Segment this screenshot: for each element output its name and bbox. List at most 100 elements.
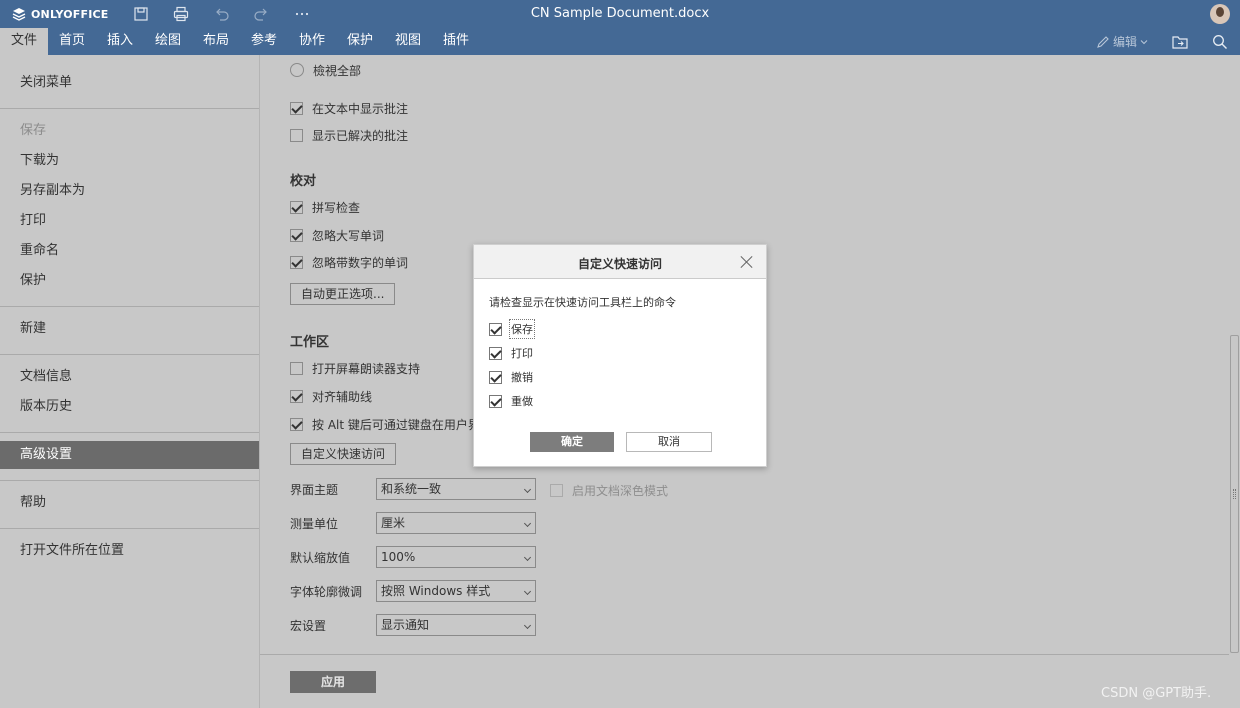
theme-label: 界面主题 xyxy=(290,483,339,497)
open-file-location-item[interactable]: 打开文件所在位置 xyxy=(0,537,259,565)
divider xyxy=(0,528,259,529)
show-resolved-option[interactable]: 显示已解决的批注 xyxy=(290,127,408,143)
save-item[interactable]: 保存 xyxy=(0,117,259,145)
tab-draw[interactable]: 绘图 xyxy=(144,28,192,55)
quick-access-print-option[interactable]: 打印 xyxy=(489,345,533,361)
ignore-uppercase-checkbox[interactable] xyxy=(290,228,303,242)
protect-item[interactable]: 保护 xyxy=(0,267,259,295)
dialog-title: 自定义快速访问 xyxy=(577,257,662,271)
open-location-icon[interactable] xyxy=(1171,33,1189,51)
version-history-item[interactable]: 版本历史 xyxy=(0,393,259,421)
ok-button[interactable]: 确定 xyxy=(530,432,614,452)
quick-access-undo-option[interactable]: 撤销 xyxy=(489,369,533,385)
quick-access-undo-checkbox[interactable] xyxy=(489,370,502,384)
divider xyxy=(0,306,259,307)
zoom-select-value: 100% xyxy=(381,550,416,564)
rename-item[interactable]: 重命名 xyxy=(0,237,259,265)
show-comments-label: 在文本中显示批注 xyxy=(312,101,409,116)
dark-mode-option[interactable]: 启用文档深色模式 xyxy=(550,482,668,499)
search-icon[interactable] xyxy=(1211,33,1229,51)
tab-layout[interactable]: 布局 xyxy=(192,28,240,55)
print-icon[interactable] xyxy=(172,5,190,23)
tab-references[interactable]: 参考 xyxy=(240,28,288,55)
download-as-item[interactable]: 下载为 xyxy=(0,147,259,175)
unit-select-value: 厘米 xyxy=(381,516,406,530)
ignore-uppercase-option[interactable]: 忽略大写单词 xyxy=(290,227,384,243)
zoom-select[interactable]: 100% xyxy=(376,546,536,568)
divider xyxy=(260,654,1229,655)
edit-mode-label: 编辑 xyxy=(1112,35,1137,49)
edit-mode-button[interactable]: 编辑 xyxy=(1096,33,1148,50)
save-icon[interactable] xyxy=(132,5,150,23)
alt-key-checkbox[interactable] xyxy=(290,417,303,431)
divider xyxy=(0,108,259,109)
screen-reader-checkbox[interactable] xyxy=(290,361,303,375)
quick-access-save-checkbox[interactable] xyxy=(489,322,502,336)
new-item[interactable]: 新建 xyxy=(0,315,259,343)
quick-access-redo-option[interactable]: 重做 xyxy=(489,393,533,409)
tab-protection[interactable]: 保护 xyxy=(336,28,384,55)
scrollbar-thumb[interactable] xyxy=(1230,335,1239,653)
quick-access-print-checkbox[interactable] xyxy=(489,346,502,360)
proofing-section-title: 校对 xyxy=(290,174,317,189)
unit-select[interactable]: 厘米 xyxy=(376,512,536,534)
save-copy-as-item[interactable]: 另存副本为 xyxy=(0,177,259,205)
spell-check-checkbox[interactable] xyxy=(290,200,303,214)
customize-quick-access-button[interactable]: 自定义快速访问 xyxy=(290,443,397,465)
customize-quick-access-dialog: 自定义快速访问 请检查显示在快速访问工具栏上的命令 保存 打印 撤销 重做 确定… xyxy=(473,244,767,467)
tab-insert[interactable]: 插入 xyxy=(96,28,144,55)
alt-key-option[interactable]: 按 Alt 键后可通过键盘在用户界面 xyxy=(290,416,492,432)
file-menu-panel: 关闭菜单 保存 下载为 另存副本为 打印 重命名 保护 新建 文档信息 版本历史… xyxy=(0,55,260,708)
chevron-down-icon xyxy=(523,553,532,562)
chevron-down-icon xyxy=(523,621,532,630)
font-hinting-select[interactable]: 按照 Windows 样式 xyxy=(376,580,536,602)
document-info-item[interactable]: 文档信息 xyxy=(0,363,259,391)
cancel-button[interactable]: 取消 xyxy=(626,432,712,452)
tab-home[interactable]: 首页 xyxy=(48,28,96,55)
user-avatar[interactable] xyxy=(1210,4,1230,24)
ignore-numbers-option[interactable]: 忽略带数字的单词 xyxy=(290,254,408,270)
quick-access-save-option[interactable]: 保存 xyxy=(489,319,535,339)
unit-label: 测量单位 xyxy=(290,517,339,531)
tab-collaboration[interactable]: 协作 xyxy=(288,28,336,55)
redo-icon[interactable] xyxy=(252,5,270,23)
align-guides-option[interactable]: 对齐辅助线 xyxy=(290,388,372,404)
help-item[interactable]: 帮助 xyxy=(0,489,259,517)
dialog-description: 请检查显示在快速访问工具栏上的命令 xyxy=(489,296,676,309)
dark-mode-checkbox[interactable] xyxy=(550,484,563,497)
quick-access-redo-checkbox[interactable] xyxy=(489,394,502,408)
watermark-text: CSDN @GPT助手. xyxy=(1101,686,1212,701)
tab-view[interactable]: 视图 xyxy=(384,28,432,55)
font-hinting-label: 字体轮廓微调 xyxy=(290,585,363,599)
scrollbar-grip xyxy=(1233,489,1236,499)
macros-select[interactable]: 显示通知 xyxy=(376,614,536,636)
autocorrect-options-button[interactable]: 自动更正选项... xyxy=(290,283,396,305)
show-resolved-checkbox[interactable] xyxy=(290,128,303,142)
tab-file[interactable]: 文件 xyxy=(0,28,48,55)
view-all-radio[interactable] xyxy=(290,63,304,77)
show-comments-option[interactable]: 在文本中显示批注 xyxy=(290,100,408,116)
zoom-label: 默认缩放值 xyxy=(290,551,351,565)
tab-plugins[interactable]: 插件 xyxy=(432,28,480,55)
ignore-numbers-checkbox[interactable] xyxy=(290,255,303,269)
chevron-down-icon xyxy=(523,519,532,528)
macros-label: 宏设置 xyxy=(290,619,327,633)
menu-tab-bar: 文件 首页 插入 绘图 布局 参考 协作 保护 视图 插件 编辑 xyxy=(0,28,1240,55)
theme-select-value: 和系统一致 xyxy=(381,482,442,496)
close-menu-item[interactable]: 关闭菜单 xyxy=(0,69,259,97)
title-bar: ONLYOFFICE CN Sample Document.docx xyxy=(0,0,1240,28)
close-icon[interactable] xyxy=(740,255,754,269)
more-icon[interactable] xyxy=(293,5,311,23)
advanced-settings-item[interactable]: 高级设置 xyxy=(0,441,259,469)
undo-icon[interactable] xyxy=(213,5,231,23)
print-item[interactable]: 打印 xyxy=(0,207,259,235)
screen-reader-option[interactable]: 打开屏幕朗读器支持 xyxy=(290,360,420,376)
show-comments-checkbox[interactable] xyxy=(290,101,303,115)
view-all-option[interactable]: 檢視全部 xyxy=(290,62,361,78)
align-guides-checkbox[interactable] xyxy=(290,389,303,403)
apply-button[interactable]: 应用 xyxy=(290,671,376,693)
theme-select[interactable]: 和系统一致 xyxy=(376,478,536,500)
workspace-section-title: 工作区 xyxy=(290,335,330,350)
spell-check-option[interactable]: 拼写检查 xyxy=(290,199,360,215)
vertical-scrollbar[interactable] xyxy=(1229,55,1240,708)
